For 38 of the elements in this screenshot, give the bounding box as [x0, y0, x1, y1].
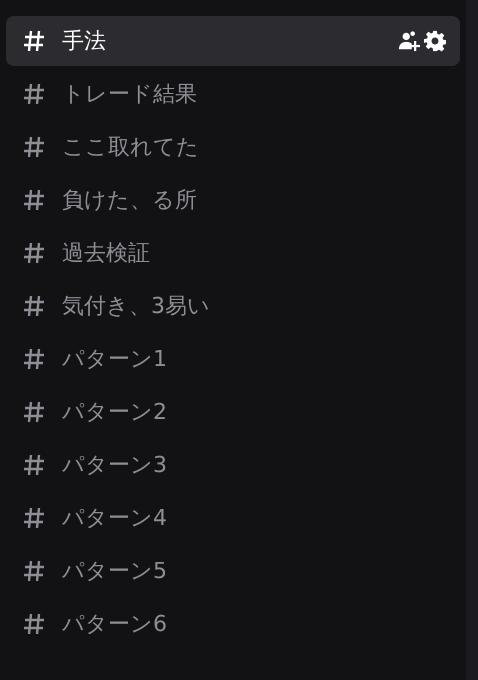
- channel-item[interactable]: 負けた、る所: [6, 175, 460, 225]
- hash-icon: [22, 82, 46, 106]
- channel-item[interactable]: パターン4: [6, 493, 460, 543]
- channel-item[interactable]: パターン5: [6, 546, 460, 596]
- channel-name: パターン4: [62, 505, 168, 533]
- channel-name: トレード結果: [62, 81, 198, 109]
- channel-name: パターン5: [62, 558, 168, 586]
- hash-icon: [22, 506, 46, 530]
- channel-name: パターン3: [62, 452, 168, 480]
- channel-name: 気付き、3易い: [62, 293, 211, 321]
- channel-name: ここ取れてた: [62, 134, 200, 162]
- channel-name: 手法: [62, 28, 107, 56]
- channel-item[interactable]: 手法: [6, 16, 460, 66]
- channel-name: 負けた、る所: [62, 187, 198, 215]
- hash-icon: [22, 241, 46, 265]
- channel-item[interactable]: パターン1: [6, 334, 460, 384]
- hash-icon: [22, 135, 46, 159]
- hash-icon: [22, 559, 46, 583]
- add-member-icon[interactable]: [398, 30, 420, 52]
- hash-icon: [22, 612, 46, 636]
- hash-icon: [22, 400, 46, 424]
- settings-icon[interactable]: [424, 30, 446, 52]
- channel-name: パターン2: [62, 399, 168, 427]
- channel-item[interactable]: パターン6: [6, 599, 460, 649]
- hash-icon: [22, 188, 46, 212]
- channel-name: パターン1: [62, 346, 168, 374]
- channel-item[interactable]: トレード結果: [6, 69, 460, 119]
- hash-icon: [22, 453, 46, 477]
- hash-icon: [22, 29, 46, 53]
- channel-item[interactable]: ここ取れてた: [6, 122, 460, 172]
- channel-item[interactable]: パターン2: [6, 387, 460, 437]
- channel-name: 過去検証: [62, 240, 151, 268]
- hash-icon: [22, 347, 46, 371]
- channel-item[interactable]: 過去検証: [6, 228, 460, 278]
- channel-name: パターン6: [62, 611, 168, 639]
- hash-icon: [22, 294, 46, 318]
- channel-item[interactable]: 気付き、3易い: [6, 281, 460, 331]
- channel-item[interactable]: パターン3: [6, 440, 460, 490]
